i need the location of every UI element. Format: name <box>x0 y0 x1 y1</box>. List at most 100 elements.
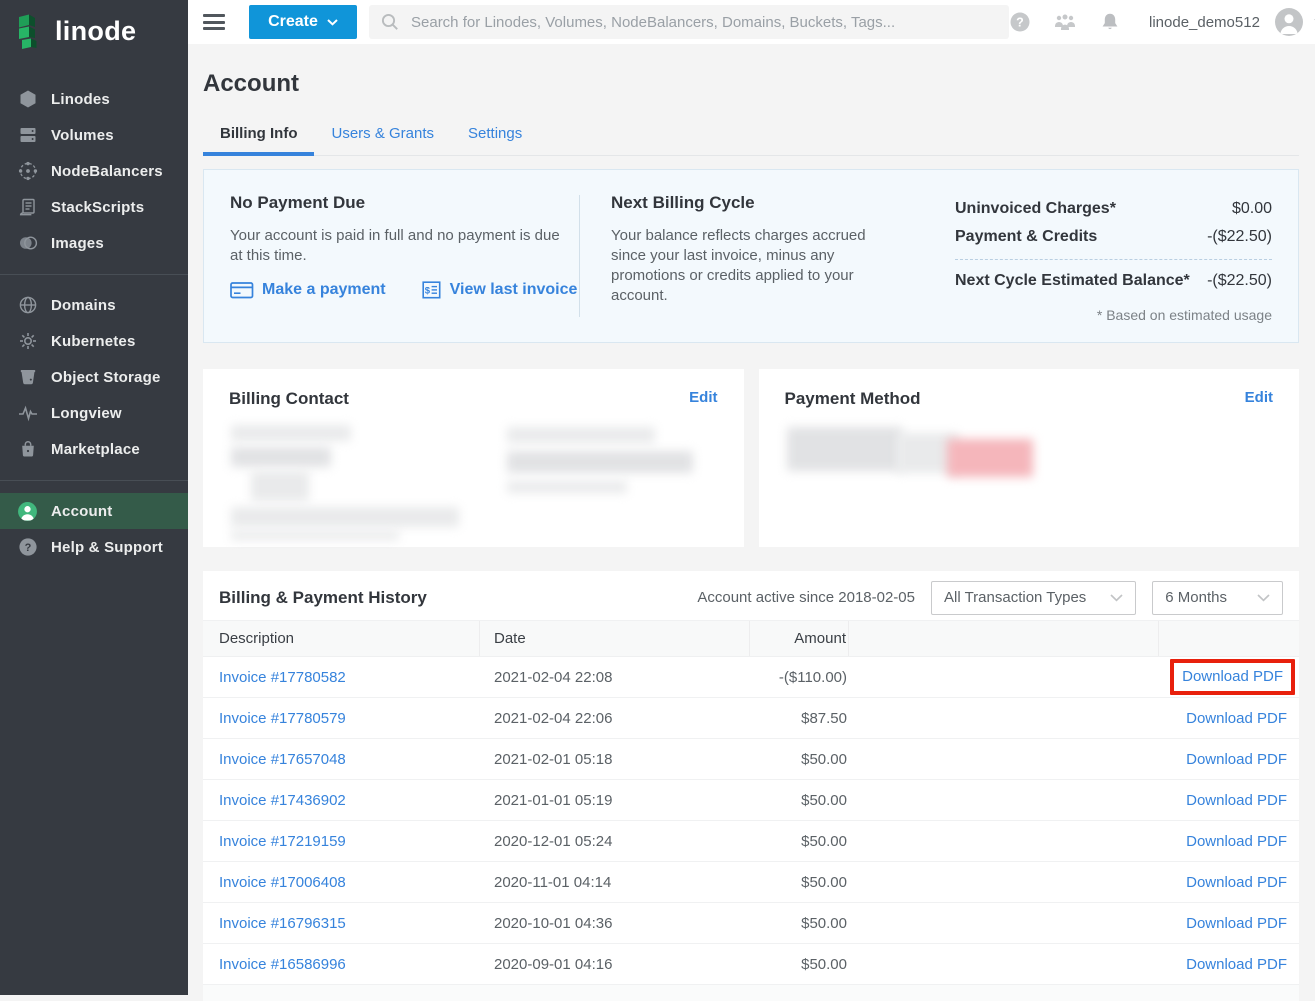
invoice-link-invoice-17780579[interactable]: Invoice #17780579 <box>219 710 346 727</box>
sidebar-item-marketplace[interactable]: Marketplace <box>0 431 188 467</box>
sidebar-item-longview[interactable]: Longview <box>0 395 188 431</box>
sidebar: linode Linodes Volumes NodeBalancers <box>0 0 188 995</box>
invoice-date: 2020-10-01 04:36 <box>480 915 750 932</box>
topbar-actions: ? linode_demo512 <box>1009 7 1315 37</box>
tab-billing-info[interactable]: Billing Info <box>203 115 314 155</box>
tab-users-grants[interactable]: Users & Grants <box>314 115 451 155</box>
charge-label: Uninvoiced Charges* <box>955 200 1116 218</box>
account-icon <box>17 501 38 522</box>
avatar[interactable] <box>1274 7 1304 37</box>
download-pdf-link[interactable]: Download PDF <box>1186 915 1287 932</box>
sidebar-item-images[interactable]: Images <box>0 225 188 261</box>
charge-row: Payment & Credits -($22.50) <box>955 223 1272 251</box>
column-header-amount[interactable]: Amount <box>750 621 849 656</box>
volumes-icon <box>17 125 38 146</box>
sidebar-item-domains[interactable]: Domains <box>0 287 188 323</box>
topbar: Create ? <box>188 0 1315 44</box>
next-billing-cycle-body: Your balance reflects charges accrued si… <box>611 226 891 306</box>
download-pdf-link[interactable]: Download PDF <box>1186 833 1287 850</box>
charge-label: Next Cycle Estimated Balance* <box>955 272 1190 290</box>
invoice-date: 2020-09-01 04:16 <box>480 956 750 973</box>
invoice-amount: $87.50 <box>750 710 849 727</box>
help-icon[interactable]: ? <box>1009 11 1031 33</box>
invoice-icon: $ <box>422 281 442 299</box>
nodebalancers-icon <box>17 161 38 182</box>
billing-history-filters: Account active since 2018-02-05 All Tran… <box>697 581 1283 615</box>
download-pdf-link[interactable]: Download PDF <box>1186 874 1287 891</box>
shopping-bag-icon <box>17 439 38 460</box>
charge-value: -($22.50) <box>1207 272 1272 290</box>
globe-icon <box>17 295 38 316</box>
make-payment-link[interactable]: Make a payment <box>230 281 386 299</box>
billing-history-title: Billing & Payment History <box>219 588 427 608</box>
sidebar-item-nodebalancers[interactable]: NodeBalancers <box>0 153 188 189</box>
svg-text:?: ? <box>1016 15 1024 29</box>
images-icon <box>17 233 38 254</box>
sidebar-item-account[interactable]: Account <box>0 493 188 529</box>
invoice-link-invoice-17436902[interactable]: Invoice #17436902 <box>219 792 346 809</box>
page-title: Account <box>203 70 1299 98</box>
download-pdf-link[interactable]: Download PDF <box>1186 956 1287 973</box>
invoice-row: Invoice #16796315 2020-10-01 04:36 $50.0… <box>203 903 1299 944</box>
invoice-date: 2020-12-01 05:24 <box>480 833 750 850</box>
invoice-date: 2021-01-01 05:19 <box>480 792 750 809</box>
billing-contact-title: Billing Contact <box>229 389 718 409</box>
download-pdf-link[interactable]: Download PDF <box>1186 792 1287 809</box>
search-bar[interactable] <box>369 5 1009 39</box>
sidebar-item-volumes[interactable]: Volumes <box>0 117 188 153</box>
tabs: Billing Info Users & Grants Settings <box>203 115 1299 156</box>
download-pdf-link[interactable]: Download PDF <box>1186 710 1287 727</box>
invoice-amount: $50.00 <box>750 751 849 768</box>
linode-logo[interactable]: linode <box>0 0 188 64</box>
notifications-bell-icon[interactable] <box>1099 11 1121 33</box>
community-icon[interactable] <box>1053 13 1077 31</box>
invoice-row: Invoice #17436902 2021-01-01 05:19 $50.0… <box>203 780 1299 821</box>
billing-history-section: Billing & Payment History Account active… <box>203 571 1299 1001</box>
invoice-amount: $50.00 <box>750 874 849 891</box>
invoice-row: Invoice #17780579 2021-02-04 22:06 $87.5… <box>203 698 1299 739</box>
sidebar-item-stackscripts[interactable]: StackScripts <box>0 189 188 225</box>
invoice-link-invoice-17219159[interactable]: Invoice #17219159 <box>219 833 346 850</box>
column-header-date[interactable]: Date <box>480 621 750 656</box>
transaction-type-select[interactable]: All Transaction Types <box>931 581 1136 615</box>
chevron-down-icon <box>327 19 338 26</box>
svg-text:$: $ <box>424 286 430 297</box>
invoice-link-invoice-16586996[interactable]: Invoice #16586996 <box>219 956 346 973</box>
invoice-link-invoice-16796315[interactable]: Invoice #16796315 <box>219 915 346 932</box>
svg-text:?: ? <box>24 542 31 554</box>
sidebar-item-kubernetes[interactable]: Kubernetes <box>0 323 188 359</box>
charge-value: -($22.50) <box>1207 228 1272 246</box>
billing-cards: Billing Contact Edit Payment Method Edit <box>203 369 1299 547</box>
create-button[interactable]: Create <box>249 5 357 39</box>
view-last-invoice-link[interactable]: $ View last invoice <box>422 281 578 299</box>
billing-contact-edit-link[interactable]: Edit <box>689 389 717 406</box>
charges-summary: Uninvoiced Charges* $0.00 Payment & Cred… <box>955 193 1272 319</box>
download-pdf-link[interactable]: Download PDF <box>1186 751 1287 768</box>
menu-icon[interactable] <box>203 14 225 30</box>
invoice-date: 2020-11-01 04:14 <box>480 874 750 891</box>
invoice-amount: $50.00 <box>750 792 849 809</box>
stackscripts-icon <box>17 197 38 218</box>
redacted-payment-method <box>785 423 1274 483</box>
download-pdf-link[interactable]: Download PDF <box>1170 659 1295 695</box>
invoice-link-invoice-17006408[interactable]: Invoice #17006408 <box>219 874 346 891</box>
sidebar-item-linodes[interactable]: Linodes <box>0 81 188 117</box>
sidebar-item-object-storage[interactable]: Object Storage <box>0 359 188 395</box>
payment-links: Make a payment $ View last invoice <box>230 281 579 299</box>
invoice-date: 2021-02-04 22:08 <box>480 669 750 686</box>
tab-settings[interactable]: Settings <box>451 115 539 155</box>
date-range-select[interactable]: 6 Months <box>1152 581 1283 615</box>
sidebar-nav: Linodes Volumes NodeBalancers StackScrip… <box>0 81 188 565</box>
invoice-link-invoice-17780582[interactable]: Invoice #17780582 <box>219 669 346 686</box>
column-header-description[interactable]: Description <box>203 621 480 656</box>
search-icon <box>381 13 399 31</box>
username[interactable]: linode_demo512 <box>1149 14 1260 31</box>
next-billing-cycle-title: Next Billing Cycle <box>611 193 936 213</box>
invoice-row: Invoice #17006408 2020-11-01 04:14 $50.0… <box>203 862 1299 903</box>
search-input[interactable] <box>409 13 997 32</box>
sidebar-item-help-support[interactable]: ? Help & Support <box>0 529 188 565</box>
invoice-link-invoice-17657048[interactable]: Invoice #17657048 <box>219 751 346 768</box>
main-content: Account Billing Info Users & Grants Sett… <box>188 44 1315 995</box>
charge-row: Uninvoiced Charges* $0.00 <box>955 195 1272 223</box>
payment-method-edit-link[interactable]: Edit <box>1245 389 1273 406</box>
